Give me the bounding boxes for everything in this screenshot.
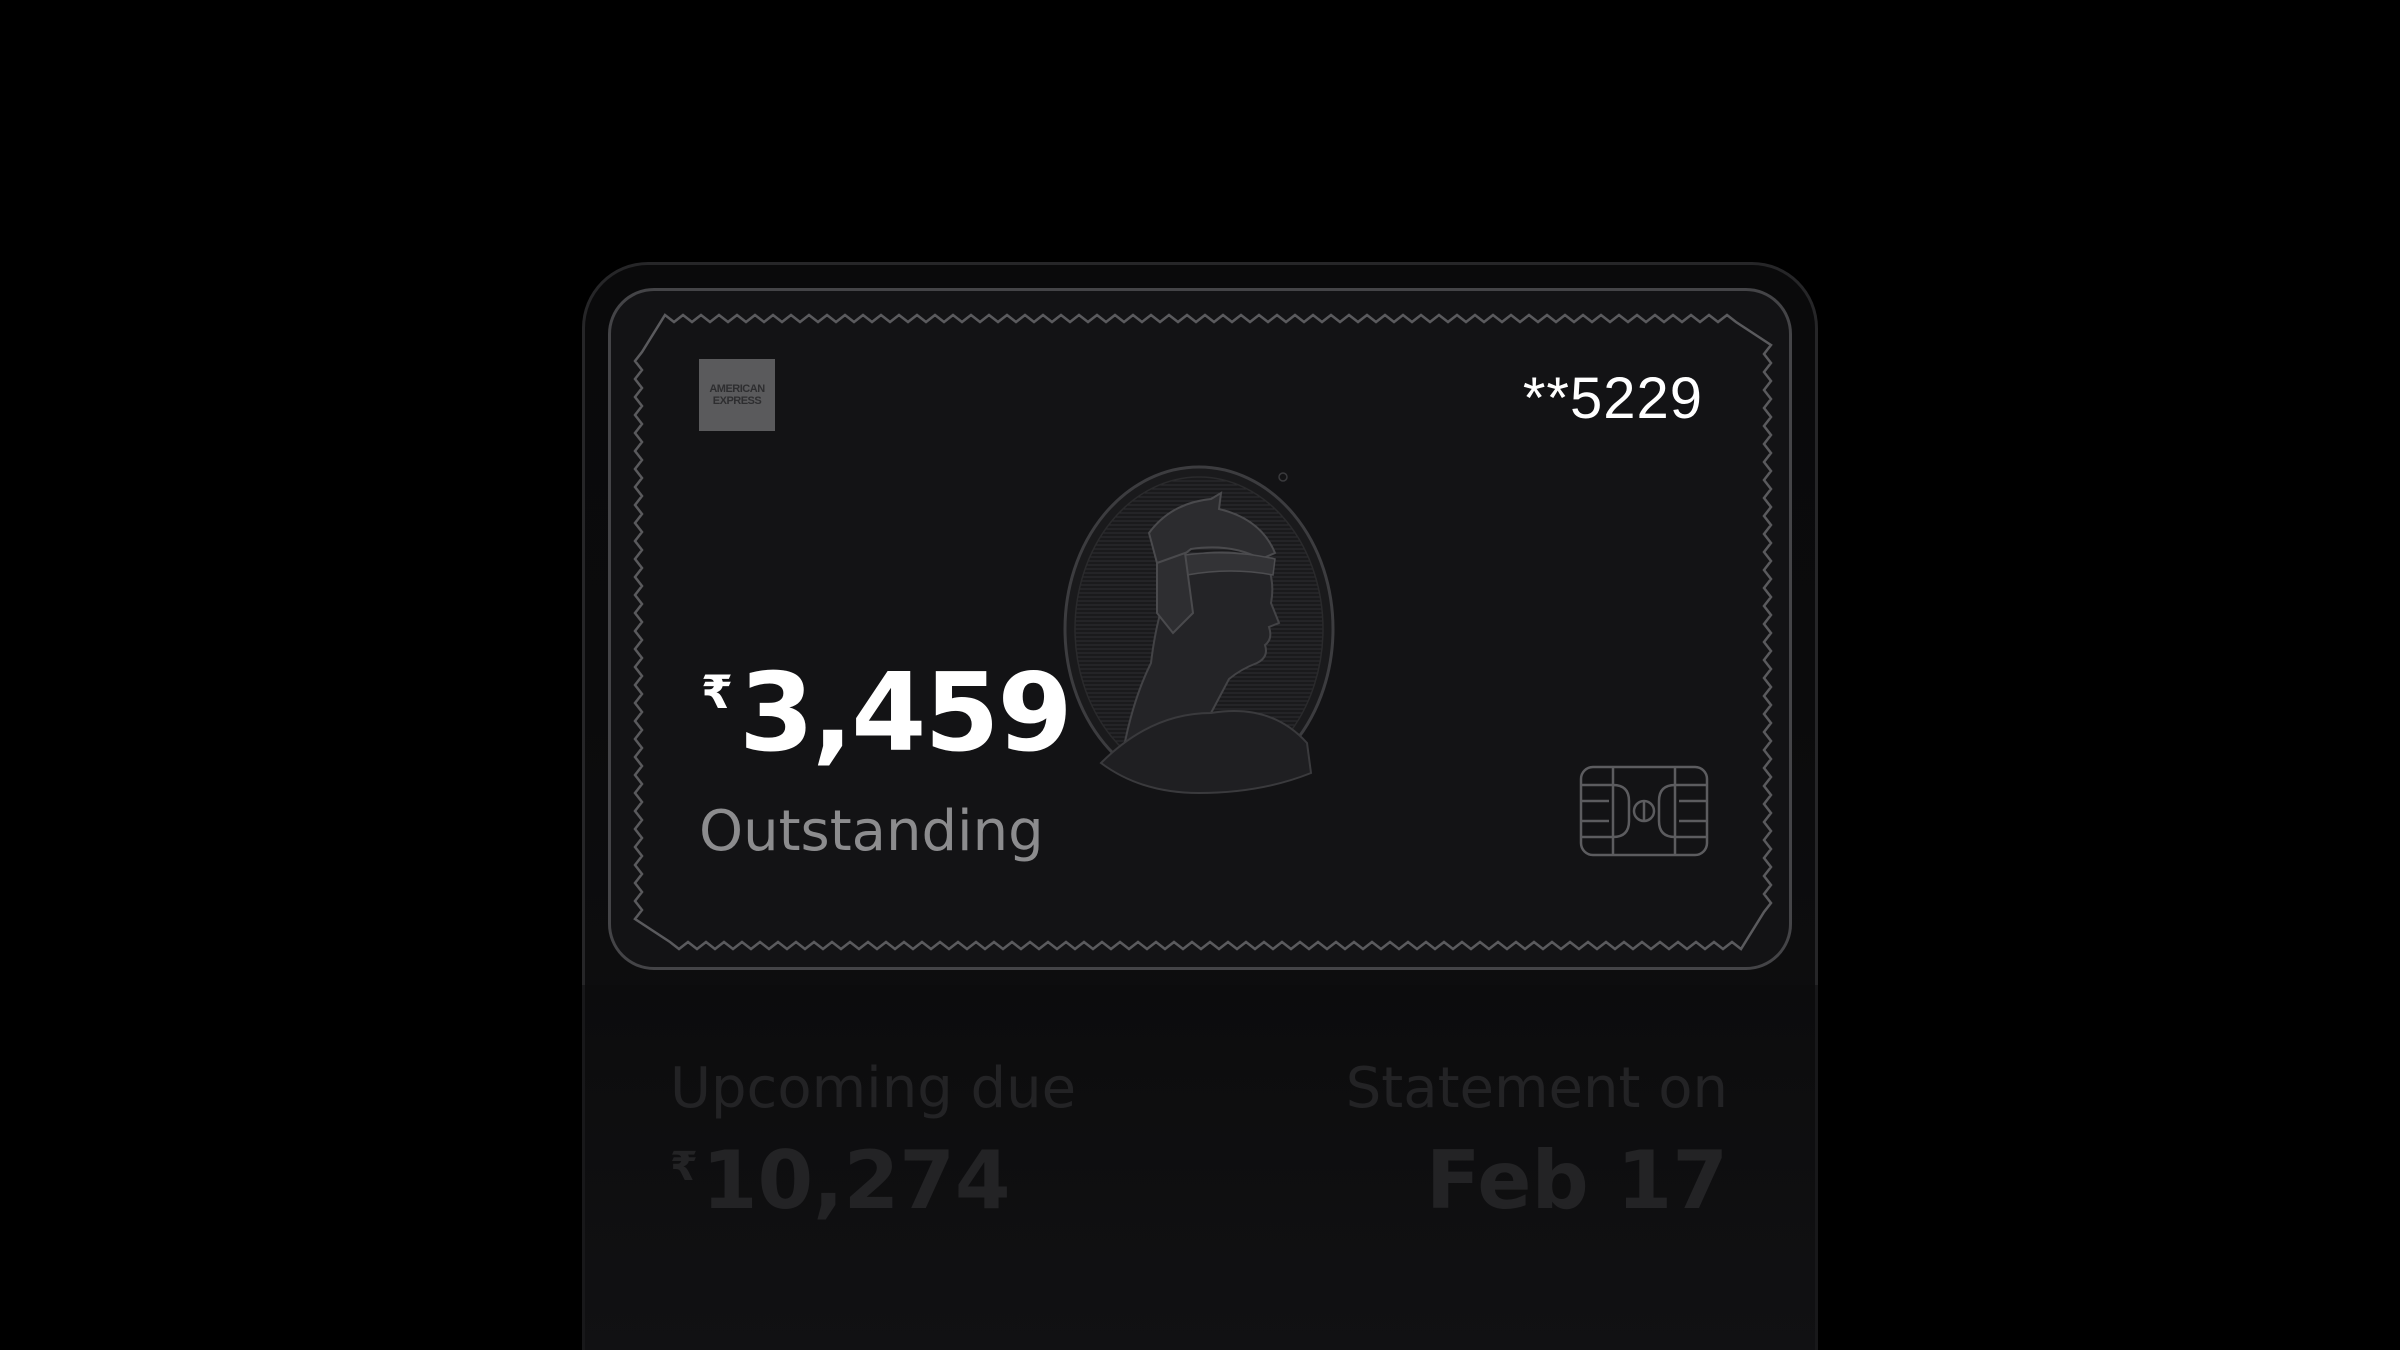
statement-label: Statement on bbox=[1345, 1056, 1728, 1121]
currency-symbol: ₹ bbox=[701, 665, 734, 719]
outstanding-value: 3,459 bbox=[739, 651, 1073, 776]
amex-logo-line1: AMERICAN bbox=[709, 383, 765, 395]
centurion-portrait-icon bbox=[1063, 465, 1335, 795]
upcoming-due-value: 10,274 bbox=[701, 1134, 1011, 1227]
upcoming-due-label: Upcoming due bbox=[670, 1056, 1077, 1121]
credit-card[interactable]: AMERICAN EXPRESS **5229 ₹3,459 Outstandi… bbox=[608, 288, 1792, 970]
outstanding-amount: ₹3,459 bbox=[701, 651, 1073, 776]
upcoming-due-currency: ₹ bbox=[670, 1144, 698, 1190]
amex-logo: AMERICAN EXPRESS bbox=[699, 359, 775, 431]
masked-card-number: **5229 bbox=[1522, 366, 1703, 431]
amex-logo-line2: EXPRESS bbox=[712, 395, 762, 407]
statement-date: Feb 17 bbox=[1425, 1134, 1728, 1227]
outstanding-label: Outstanding bbox=[699, 799, 1044, 864]
card-chip-icon bbox=[1579, 765, 1709, 857]
screen: AMERICAN EXPRESS **5229 ₹3,459 Outstandi… bbox=[0, 0, 2400, 1350]
upcoming-due-amount: ₹10,274 bbox=[670, 1134, 1011, 1227]
